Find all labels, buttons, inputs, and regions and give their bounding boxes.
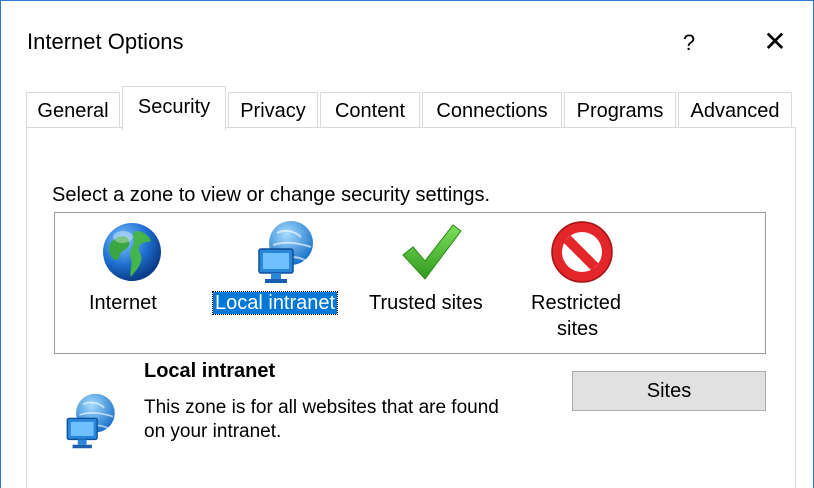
title-bar: Internet Options ? ✕ xyxy=(1,1,813,83)
tab-general[interactable]: General xyxy=(26,92,120,128)
zone-restricted-sites[interactable]: Restricted sites xyxy=(515,213,645,353)
zone-description-text: This zone is for all websites that are f… xyxy=(144,397,499,442)
zone-label-internet: Internet xyxy=(89,292,157,314)
zone-list: Internet Local intranet Trusted sites Re… xyxy=(54,212,766,354)
network-globe-icon xyxy=(258,221,313,283)
zone-label-restricted-line2: sites xyxy=(557,318,599,340)
help-button[interactable]: ? xyxy=(669,23,709,63)
zone-label-trusted-sites: Trusted sites xyxy=(369,292,483,314)
close-button[interactable]: ✕ xyxy=(753,23,797,63)
zone-local-intranet[interactable]: Local intranet xyxy=(209,213,353,353)
zone-label-restricted-line1: Restricted xyxy=(531,292,622,314)
tab-programs[interactable]: Programs xyxy=(564,92,676,128)
globe-icon xyxy=(103,223,161,281)
tab-privacy[interactable]: Privacy xyxy=(228,92,318,128)
restricted-icon xyxy=(551,221,613,283)
checkmark-icon xyxy=(402,224,462,280)
tab-security[interactable]: Security xyxy=(122,86,226,130)
sites-button[interactable]: Sites xyxy=(572,371,766,411)
zone-description-title: Local intranet xyxy=(144,360,276,382)
zone-label-local-intranet: Local intranet xyxy=(211,291,339,315)
zone-label-local-intranet-text: Local intranet xyxy=(211,291,339,315)
tab-content[interactable]: Content xyxy=(320,92,420,128)
tab-advanced[interactable]: Advanced xyxy=(678,92,792,128)
zone-trusted-sites[interactable]: Trusted sites xyxy=(355,213,515,353)
tab-connections[interactable]: Connections xyxy=(422,92,562,128)
window-title: Internet Options xyxy=(27,29,184,54)
network-globe-icon xyxy=(66,393,115,449)
zone-internet[interactable]: Internet xyxy=(55,213,215,353)
zone-instruction: Select a zone to view or change security… xyxy=(52,184,491,206)
tab-bar: General Security Privacy Content Connect… xyxy=(26,86,796,130)
